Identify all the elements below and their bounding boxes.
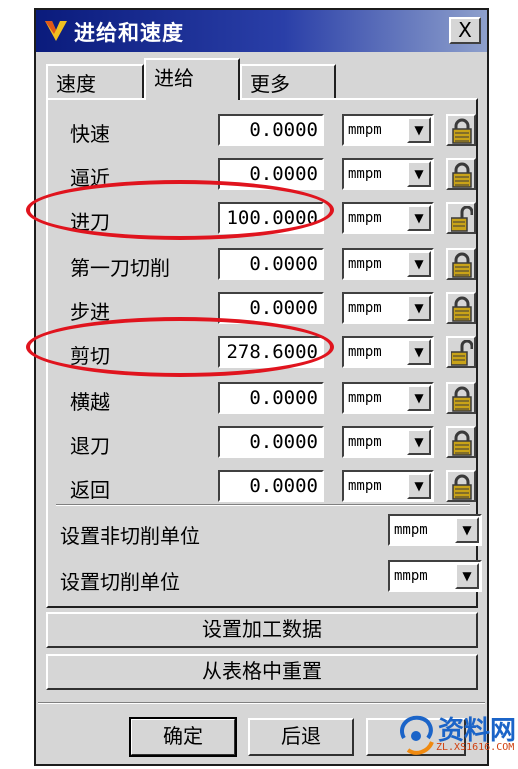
feed-unit-value: mmpm bbox=[348, 344, 382, 360]
chevron-down-icon[interactable]: ▼ bbox=[407, 117, 431, 143]
feed-row-label: 退刀 bbox=[70, 434, 110, 458]
feed-row-label: 快速 bbox=[70, 122, 110, 146]
cut-unit-select[interactable]: mmpm ▼ bbox=[388, 560, 482, 592]
feed-panel: 快速 0.0000 mmpm ▼ 逼近 0.0000 mmpm ▼ 进刀 100.0000 mmpm… bbox=[46, 98, 482, 608]
noncut-unit-value: mmpm bbox=[394, 522, 428, 538]
feed-value-input[interactable]: 0.0000 bbox=[218, 382, 324, 414]
chevron-down-icon[interactable]: ▼ bbox=[407, 251, 431, 277]
chevron-down-icon[interactable]: ▼ bbox=[407, 385, 431, 411]
feed-row-label: 剪切 bbox=[70, 344, 110, 368]
feed-row-label: 逼近 bbox=[70, 166, 110, 190]
reset-from-table-button[interactable]: 从表格中重置 bbox=[46, 654, 478, 690]
feed-row-label: 返回 bbox=[70, 478, 110, 502]
watermark-subtext: ZL.XS1616.COM bbox=[436, 742, 515, 753]
chevron-down-icon[interactable]: ▼ bbox=[455, 563, 479, 589]
feed-unit-select[interactable]: mmpm ▼ bbox=[342, 202, 434, 234]
feeds-speeds-dialog: 进给和速度 X 速度 进给 更多 快速 0.0000 mmpm ▼ 逼近 0.0000 mm… bbox=[34, 8, 489, 766]
lock-icon[interactable] bbox=[446, 382, 476, 414]
lock-icon[interactable] bbox=[446, 292, 476, 324]
chevron-down-icon[interactable]: ▼ bbox=[407, 429, 431, 455]
feed-unit-value: mmpm bbox=[348, 256, 382, 272]
feed-value-input[interactable]: 0.0000 bbox=[218, 248, 324, 280]
feed-value-input[interactable]: 0.0000 bbox=[218, 470, 324, 502]
tab-speed[interactable]: 速度 bbox=[46, 64, 144, 98]
window-title: 进给和速度 bbox=[74, 21, 184, 45]
noncut-unit-label: 设置非切削单位 bbox=[60, 524, 200, 548]
feed-unit-value: mmpm bbox=[348, 122, 382, 138]
chevron-down-icon[interactable]: ▼ bbox=[407, 205, 431, 231]
separator bbox=[38, 702, 485, 704]
tab-more[interactable]: 更多 bbox=[240, 64, 336, 98]
feed-value-input[interactable]: 100.0000 bbox=[218, 202, 324, 234]
lock-icon[interactable] bbox=[446, 470, 476, 502]
chevron-down-icon[interactable]: ▼ bbox=[455, 517, 479, 543]
cut-unit-label: 设置切削单位 bbox=[60, 570, 180, 594]
chevron-down-icon[interactable]: ▼ bbox=[407, 161, 431, 187]
feed-value-input[interactable]: 0.0000 bbox=[218, 158, 324, 190]
back-button[interactable]: 后退 bbox=[248, 718, 354, 756]
feed-unit-value: mmpm bbox=[348, 300, 382, 316]
noncut-unit-select[interactable]: mmpm ▼ bbox=[388, 514, 482, 546]
lock-icon[interactable] bbox=[446, 158, 476, 190]
lock-icon[interactable] bbox=[446, 248, 476, 280]
feed-row-label: 横越 bbox=[70, 390, 110, 414]
feed-row-label: 进刀 bbox=[70, 210, 110, 234]
watermark: 资料网 ZL.XS1616.COM bbox=[392, 706, 516, 766]
title-bar[interactable]: 进给和速度 X bbox=[36, 10, 487, 52]
chevron-down-icon[interactable]: ▼ bbox=[407, 295, 431, 321]
feed-unit-select[interactable]: mmpm ▼ bbox=[342, 158, 434, 190]
feed-unit-select[interactable]: mmpm ▼ bbox=[342, 248, 434, 280]
feed-row-label: 第一刀切削 bbox=[70, 256, 170, 280]
set-machining-data-button[interactable]: 设置加工数据 bbox=[46, 612, 478, 648]
chevron-down-icon[interactable]: ▼ bbox=[407, 473, 431, 499]
cut-unit-value: mmpm bbox=[394, 568, 428, 584]
feed-unit-select[interactable]: mmpm ▼ bbox=[342, 292, 434, 324]
feed-unit-value: mmpm bbox=[348, 390, 382, 406]
feed-unit-select[interactable]: mmpm ▼ bbox=[342, 114, 434, 146]
watermark-logo-icon bbox=[400, 715, 434, 755]
lock-icon[interactable] bbox=[446, 114, 476, 146]
unlock-icon[interactable] bbox=[446, 336, 476, 368]
separator bbox=[56, 504, 470, 506]
chevron-down-icon[interactable]: ▼ bbox=[407, 339, 431, 365]
feed-unit-select[interactable]: mmpm ▼ bbox=[342, 426, 434, 458]
feed-unit-select[interactable]: mmpm ▼ bbox=[342, 470, 434, 502]
feed-value-input[interactable]: 0.0000 bbox=[218, 292, 324, 324]
feed-unit-value: mmpm bbox=[348, 434, 382, 450]
feed-value-input[interactable]: 278.6000 bbox=[218, 336, 324, 368]
app-logo-icon bbox=[45, 21, 67, 41]
tab-feed[interactable]: 进给 bbox=[144, 58, 240, 100]
unlock-icon[interactable] bbox=[446, 202, 476, 234]
feed-value-input[interactable]: 0.0000 bbox=[218, 114, 324, 146]
feed-value-input[interactable]: 0.0000 bbox=[218, 426, 324, 458]
lock-icon[interactable] bbox=[446, 426, 476, 458]
ok-button[interactable]: 确定 bbox=[129, 717, 237, 757]
feed-unit-value: mmpm bbox=[348, 478, 382, 494]
feed-unit-select[interactable]: mmpm ▼ bbox=[342, 336, 434, 368]
feed-unit-value: mmpm bbox=[348, 166, 382, 182]
feed-row-label: 步进 bbox=[70, 300, 110, 324]
feed-unit-value: mmpm bbox=[348, 210, 382, 226]
close-button[interactable]: X bbox=[449, 17, 481, 44]
feed-unit-select[interactable]: mmpm ▼ bbox=[342, 382, 434, 414]
